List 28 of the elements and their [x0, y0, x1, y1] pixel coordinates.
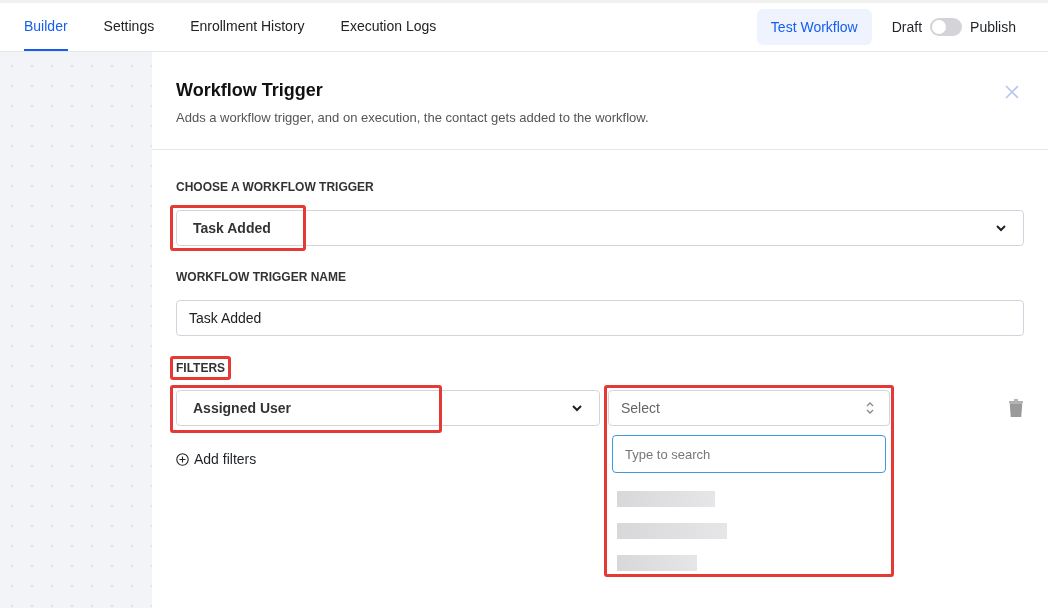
test-workflow-button[interactable]: Test Workflow: [756, 9, 872, 45]
trash-icon[interactable]: [1008, 399, 1024, 417]
filter-value-select[interactable]: Select: [608, 390, 890, 426]
blurred-option[interactable]: [617, 491, 715, 507]
filters-label: FILTERS: [176, 361, 226, 375]
trigger-name-field[interactable]: Task Added: [176, 300, 1024, 336]
nav-tab[interactable]: Enrollment History: [190, 3, 305, 51]
publish-toggle[interactable]: [930, 18, 963, 36]
plus-circle-icon: [176, 452, 189, 466]
draft-label: Draft: [891, 19, 923, 35]
trigger-name-label: WORKFLOW TRIGGER NAME: [176, 270, 347, 284]
nav-tab[interactable]: Execution Logs: [340, 3, 437, 51]
chevron-down-icon: [995, 224, 1007, 232]
panel-title: Workflow Trigger: [176, 80, 324, 101]
trigger-select[interactable]: Task Added: [176, 210, 1024, 246]
filter-field-select[interactable]: Assigned User: [176, 390, 600, 426]
chevron-down-icon: [571, 404, 583, 412]
trigger-label: CHOOSE A WORKFLOW TRIGGER: [176, 180, 375, 194]
up-down-chevron-icon: [865, 400, 875, 416]
panel-description: Adds a workflow trigger, and on execution, the contact gets added to the workflow.: [176, 110, 649, 125]
search-field[interactable]: Type to search: [612, 435, 886, 473]
blurred-option[interactable]: [617, 555, 697, 571]
blurred-option[interactable]: [617, 523, 727, 539]
highlight-box: [170, 356, 232, 380]
publish-label: Publish: [970, 19, 1016, 35]
nav-tab[interactable]: Settings: [103, 3, 155, 51]
close-icon[interactable]: [1004, 84, 1020, 100]
add-filters-link[interactable]: Add filters: [176, 451, 266, 467]
